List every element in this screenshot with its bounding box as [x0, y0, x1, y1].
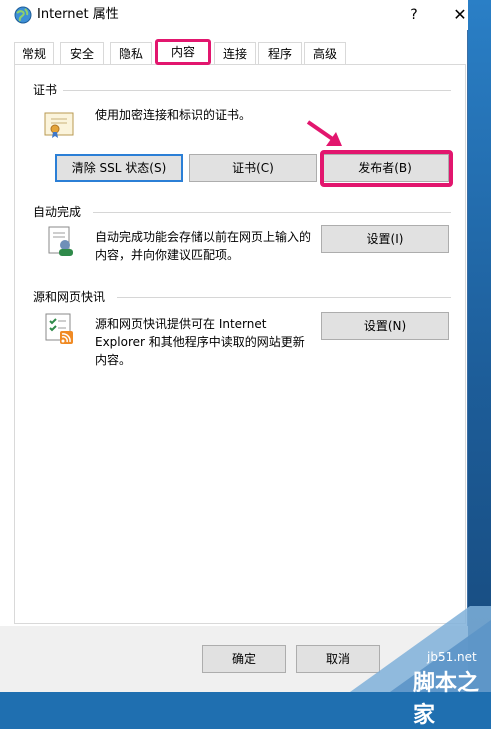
- divider: [63, 90, 451, 91]
- autocomplete-settings-button[interactable]: 设置(I): [321, 225, 449, 253]
- certificates-button[interactable]: 证书(C): [189, 154, 317, 182]
- divider: [93, 212, 451, 213]
- certificates-group-title: 证书: [33, 83, 58, 97]
- ok-button[interactable]: 确定: [202, 645, 286, 673]
- content-tab-panel: 证书 使用加密连接和标识的证书。 清除 SSL 状态(S) 证书(C) 发布者(…: [14, 64, 466, 624]
- tab-security[interactable]: 安全: [60, 42, 104, 64]
- feeds-settings-button[interactable]: 设置(N): [321, 312, 449, 340]
- close-button[interactable]: ✕: [448, 4, 472, 26]
- feeds-icon: [43, 311, 77, 348]
- feeds-description-line2: Explorer 和其他程序中读取的网站更新: [95, 335, 305, 349]
- publishers-pointer-arrow: [306, 120, 342, 146]
- window-title: Internet 属性: [37, 7, 119, 22]
- autocomplete-description-line1: 自动完成功能会存储以前在网页上输入的: [95, 230, 312, 244]
- tab-programs[interactable]: 程序: [258, 42, 302, 64]
- tab-content[interactable]: 内容: [155, 39, 211, 65]
- internet-globe-icon: [14, 6, 32, 24]
- autocomplete-form-icon: [45, 225, 77, 260]
- autocomplete-group-title: 自动完成: [33, 205, 82, 219]
- desktop-background: [468, 0, 491, 692]
- tab-advanced[interactable]: 高级: [304, 42, 346, 64]
- clear-ssl-state-button[interactable]: 清除 SSL 状态(S): [55, 154, 183, 182]
- tab-connections[interactable]: 连接: [214, 42, 256, 64]
- certificate-icon: [43, 109, 77, 142]
- help-button[interactable]: ?: [402, 4, 426, 26]
- feeds-group-title: 源和网页快讯: [33, 290, 106, 304]
- title-bar: Internet 属性 ? ✕: [0, 0, 468, 30]
- feeds-description-line3: 内容。: [95, 353, 132, 367]
- tab-privacy[interactable]: 隐私: [110, 42, 152, 64]
- tab-general[interactable]: 常规: [14, 42, 54, 64]
- publishers-highlight: [320, 150, 453, 187]
- watermark-url: jb51.net: [427, 650, 477, 664]
- autocomplete-description-line2: 内容，并向你建议匹配项。: [95, 248, 240, 262]
- feeds-description-line1: 源和网页快讯提供可在 Internet: [95, 317, 267, 331]
- certificates-description: 使用加密连接和标识的证书。: [95, 108, 252, 122]
- watermark-name: 脚本之家: [413, 671, 480, 728]
- internet-options-dialog: Internet 属性 ? ✕ 常规 安全 隐私 内容 连接 程序 高级 证书 …: [0, 0, 468, 692]
- divider: [117, 297, 451, 298]
